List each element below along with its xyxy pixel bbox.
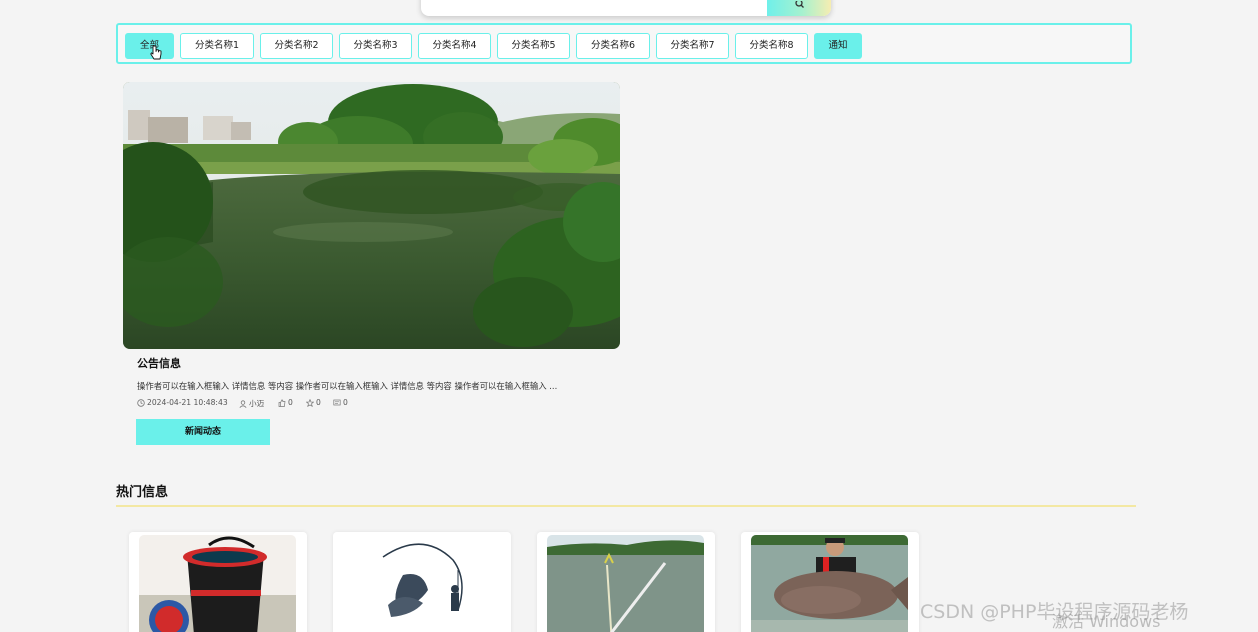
category-filter-bar: 全部 分类名称1 分类名称2 分类名称3 分类名称4 分类名称5 分类名称6 分… [116, 23, 1132, 64]
meta-author: 小迈 [239, 398, 264, 409]
lake-rod-image [547, 535, 704, 632]
meta-comments: 0 [333, 398, 348, 407]
likes-count: 0 [288, 398, 293, 407]
category-2-button[interactable]: 分类名称2 [260, 33, 333, 59]
hot-section-title: 热门信息 [116, 485, 169, 500]
comments-count: 0 [343, 398, 348, 407]
category-4-button[interactable]: 分类名称4 [418, 33, 491, 59]
hot-section-divider [116, 505, 1136, 507]
author-text: 小迈 [249, 399, 265, 408]
featured-title[interactable]: 公告信息 [137, 355, 181, 371]
search-icon [794, 1, 804, 8]
hot-card[interactable] [537, 532, 715, 632]
news-button[interactable]: 新闻动态 [136, 419, 270, 445]
search-bar[interactable] [421, 0, 831, 16]
comment-icon [333, 399, 341, 405]
bucket-image [139, 535, 296, 632]
favorites-count: 0 [316, 398, 321, 407]
category-3-button[interactable]: 分类名称3 [339, 33, 412, 59]
category-5-button[interactable]: 分类名称5 [497, 33, 570, 59]
hand-cursor-icon [150, 45, 162, 60]
fishing-logo-image [343, 535, 500, 632]
hot-card[interactable] [741, 532, 919, 632]
category-6-button[interactable]: 分类名称6 [576, 33, 650, 59]
pond-landscape-image [123, 82, 620, 349]
featured-description: 操作者可以在输入框输入 详情信息 等内容 操作者可以在输入框输入 详情信息 等内… [137, 381, 558, 391]
datetime-text: 2024-04-21 10:48:43 [147, 398, 228, 407]
category-7-button[interactable]: 分类名称7 [656, 33, 729, 59]
big-fish-catch-image [751, 535, 908, 632]
hot-card[interactable] [333, 532, 511, 632]
user-icon [239, 399, 247, 408]
category-8-button[interactable]: 分类名称8 [735, 33, 808, 59]
thumbs-up-icon [278, 398, 286, 407]
star-icon [306, 398, 314, 407]
search-button[interactable] [767, 0, 831, 16]
meta-favorites: 0 [306, 398, 321, 407]
category-1-button[interactable]: 分类名称1 [180, 33, 254, 59]
windows-activation-watermark: 激活 Windows [1052, 612, 1161, 631]
page: 全部 分类名称1 分类名称2 分类名称3 分类名称4 分类名称5 分类名称6 分… [0, 0, 1258, 632]
hot-card[interactable] [129, 532, 307, 632]
featured-image[interactable] [123, 82, 620, 349]
category-notice-button[interactable]: 通知 [814, 33, 862, 59]
meta-likes: 0 [278, 398, 293, 407]
clock-icon [137, 398, 145, 407]
meta-datetime: 2024-04-21 10:48:43 [137, 398, 228, 407]
